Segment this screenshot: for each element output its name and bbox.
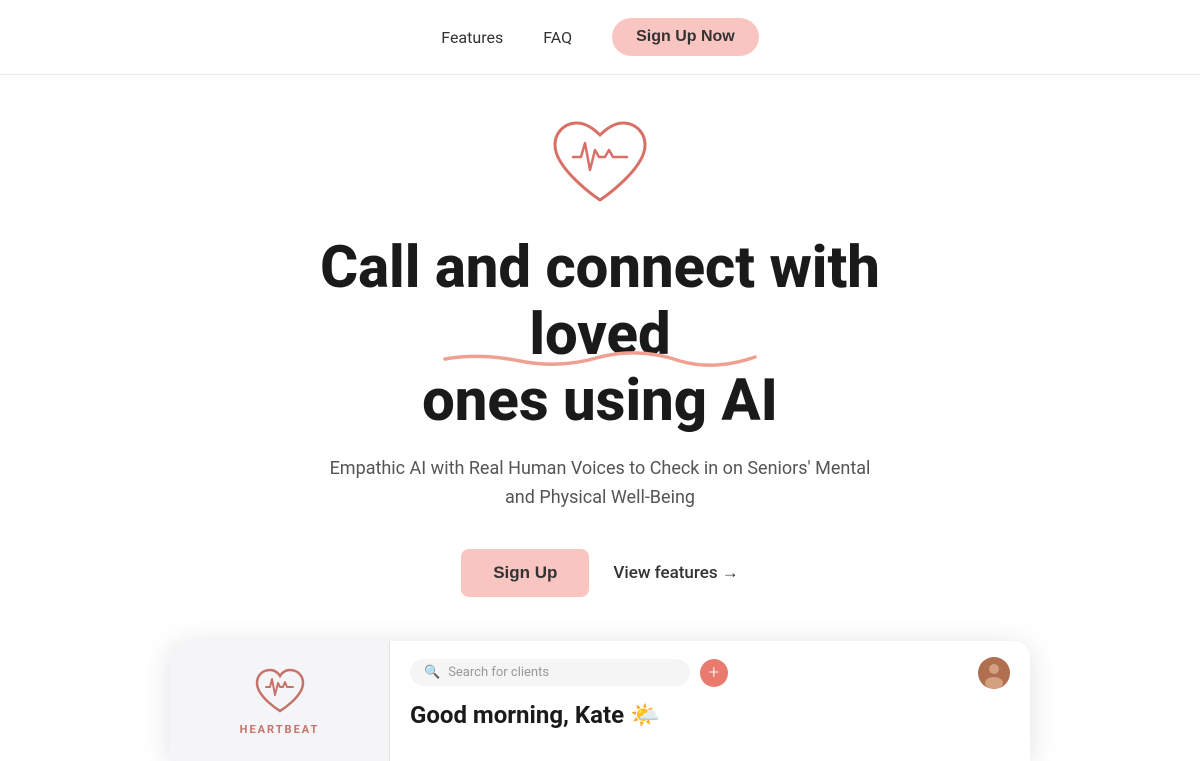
avatar[interactable]	[978, 657, 1010, 689]
app-main-content: 🔍 Search for clients + Good morning, Kat…	[390, 641, 1030, 761]
nav-features[interactable]: Features	[441, 28, 503, 47]
hero-section: Call and connect with loved ones using A…	[0, 75, 1200, 597]
nav-faq[interactable]: FAQ	[543, 28, 572, 47]
nav-signup-button[interactable]: Sign Up Now	[612, 18, 759, 56]
title-underline	[440, 349, 760, 367]
greeting-text: Good morning, Kate 🌤️	[410, 701, 1010, 729]
search-bar[interactable]: 🔍 Search for clients	[410, 659, 690, 686]
app-preview: HEARTBEAT 🔍 Search for clients +	[0, 641, 1200, 761]
hero-title: Call and connect with loved ones using A…	[250, 235, 950, 435]
search-icon: 🔍	[424, 665, 440, 680]
search-row: 🔍 Search for clients +	[410, 657, 1010, 689]
app-sidebar: HEARTBEAT	[170, 641, 390, 761]
hero-logo-icon	[545, 115, 655, 215]
navigation: Features FAQ Sign Up Now	[0, 0, 1200, 75]
sidebar-brand-name: HEARTBEAT	[240, 723, 320, 736]
view-features-link[interactable]: View features →	[613, 563, 738, 583]
search-placeholder-text: Search for clients	[448, 665, 549, 680]
app-window: HEARTBEAT 🔍 Search for clients +	[170, 641, 1030, 761]
sidebar-logo: HEARTBEAT	[240, 665, 320, 736]
add-client-button[interactable]: +	[700, 659, 728, 687]
hero-subtitle: Empathic AI with Real Human Voices to Ch…	[320, 455, 880, 513]
hero-actions: Sign Up View features →	[461, 549, 739, 597]
hero-signup-button[interactable]: Sign Up	[461, 549, 589, 597]
sidebar-logo-icon	[253, 665, 307, 717]
